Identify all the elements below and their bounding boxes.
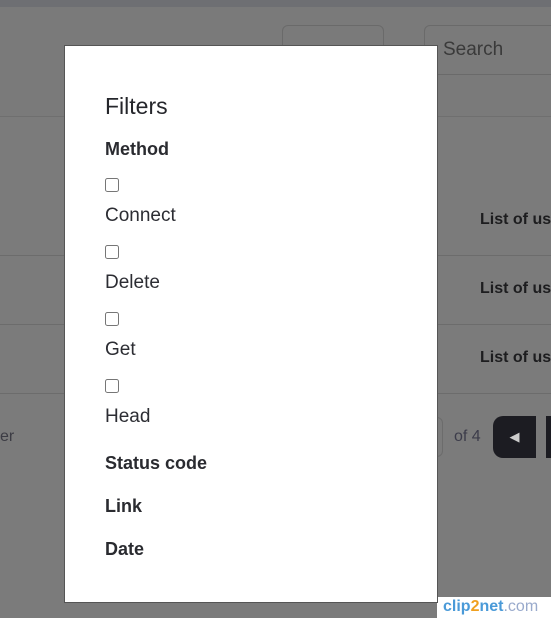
page-count: of 4 — [454, 428, 481, 445]
prev-page-button[interactable]: ◀ — [493, 416, 536, 458]
option-head[interactable]: Head — [105, 406, 437, 428]
option-connect[interactable]: Connect — [105, 205, 437, 227]
modal-title: Filters — [105, 93, 168, 119]
row-title: List of us — [480, 349, 551, 366]
next-page-button[interactable] — [546, 416, 551, 458]
caret-left-icon: ◀ — [509, 429, 520, 444]
row-title: List of us — [480, 211, 551, 228]
checkbox-get[interactable] — [105, 312, 119, 326]
checkbox-delete[interactable] — [105, 245, 119, 259]
option-delete[interactable]: Delete — [105, 272, 437, 294]
option-get[interactable]: Get — [105, 339, 437, 361]
filter-section-method[interactable]: Method — [105, 139, 437, 160]
checkbox-connect[interactable] — [105, 178, 119, 192]
filters-modal: Filters Method Connect Delete Get Head S… — [64, 45, 438, 603]
row-title: List of us — [480, 280, 551, 297]
checkbox-head[interactable] — [105, 379, 119, 393]
rows-per-page-label: er — [0, 428, 15, 445]
filter-section-status-code[interactable]: Status code — [105, 453, 437, 474]
filter-section-date[interactable]: Date — [105, 539, 437, 560]
top-bar — [0, 0, 551, 7]
filter-section-link[interactable]: Link — [105, 496, 437, 517]
watermark-logo: clip2net.com — [443, 598, 539, 615]
search-input[interactable]: Search — [424, 25, 551, 75]
